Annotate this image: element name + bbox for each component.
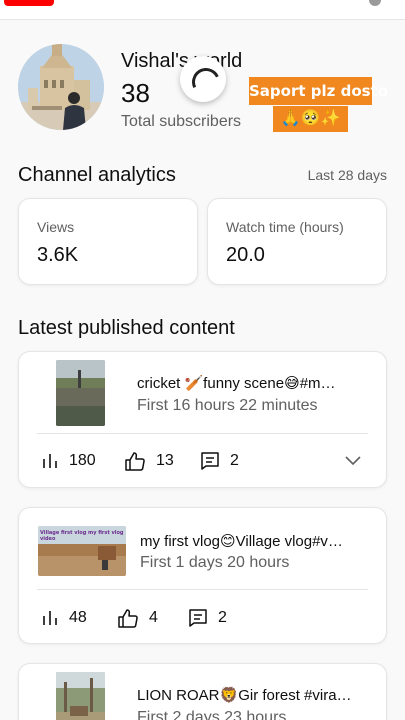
thumbnail-image xyxy=(56,672,105,720)
watch-time-label: Watch time (hours) xyxy=(226,219,344,235)
video-thumbnail[interactable] xyxy=(56,360,105,426)
video-card[interactable]: Village first vlog my first vlog video m… xyxy=(18,507,387,644)
comments-metric: 2 xyxy=(200,451,239,471)
channel-avatar[interactable] xyxy=(18,44,104,130)
views-card[interactable]: Views 3.6K xyxy=(18,198,198,285)
divider xyxy=(37,589,368,590)
likes-metric: 13 xyxy=(124,451,174,471)
video-subtitle: First 16 hours 22 minutes xyxy=(137,397,318,414)
video-subtitle: First 1 days 20 hours xyxy=(140,554,290,571)
views-metric: 48 xyxy=(41,609,87,627)
chevron-down-icon[interactable] xyxy=(345,456,361,466)
sticker-text: Saport plz dosto xyxy=(249,77,388,105)
video-subtitle: First 2 days 23 hours xyxy=(137,709,287,720)
thumbs-up-icon xyxy=(118,609,138,628)
video-thumbnail[interactable] xyxy=(56,672,105,720)
studio-logo[interactable] xyxy=(4,0,54,6)
analytics-title: Channel analytics xyxy=(18,164,176,186)
views-bars-icon xyxy=(43,454,57,468)
views-metric: 180 xyxy=(41,452,96,470)
views-count: 48 xyxy=(69,609,87,626)
video-title: cricket 🏏funny scene😅#m… xyxy=(137,375,336,392)
views-count: 180 xyxy=(69,452,96,469)
thumbs-up-icon xyxy=(125,452,145,471)
comment-icon xyxy=(201,452,219,470)
video-card[interactable]: cricket 🏏funny scene😅#m… First 16 hours … xyxy=(18,351,387,488)
video-thumbnail[interactable]: Village first vlog my first vlog video xyxy=(38,526,126,576)
video-card[interactable]: LION ROAR🦁Gir forest #vira… First 2 days… xyxy=(18,663,387,720)
top-app-bar xyxy=(0,0,405,20)
subscriber-count: 38 xyxy=(121,78,150,108)
divider xyxy=(37,433,368,434)
channel-header: Vishal's world 38 Total subscribers Sapo… xyxy=(0,20,405,150)
subscriber-label: Total subscribers xyxy=(121,113,242,130)
watch-time-card[interactable]: Watch time (hours) 20.0 xyxy=(207,198,387,285)
comments-metric: 2 xyxy=(188,608,227,628)
views-label: Views xyxy=(37,219,75,235)
likes-count: 13 xyxy=(156,452,174,469)
video-title: LION ROAR🦁Gir forest #vira… xyxy=(137,687,352,704)
video-title: my first vlog😊Village vlog#v… xyxy=(140,533,343,550)
latest-content-title: Latest published content xyxy=(18,317,235,339)
thumbnail-image xyxy=(56,360,105,426)
likes-metric: 4 xyxy=(117,608,158,628)
date-range: Last 28 days xyxy=(307,167,387,183)
views-bars-icon xyxy=(43,611,57,625)
sticker-emoji: 🙏🥺✨ xyxy=(273,106,348,132)
account-icon[interactable] xyxy=(369,0,381,6)
avatar-image xyxy=(18,44,104,130)
views-value: 3.6K xyxy=(37,244,79,266)
comments-count: 2 xyxy=(230,452,239,469)
loading-spinner-icon xyxy=(180,56,226,102)
likes-count: 4 xyxy=(149,609,158,626)
watch-time-value: 20.0 xyxy=(226,244,265,266)
thumbnail-caption: Village first vlog my first vlog video xyxy=(40,530,124,542)
comment-icon xyxy=(189,609,207,627)
comments-count: 2 xyxy=(218,609,227,626)
